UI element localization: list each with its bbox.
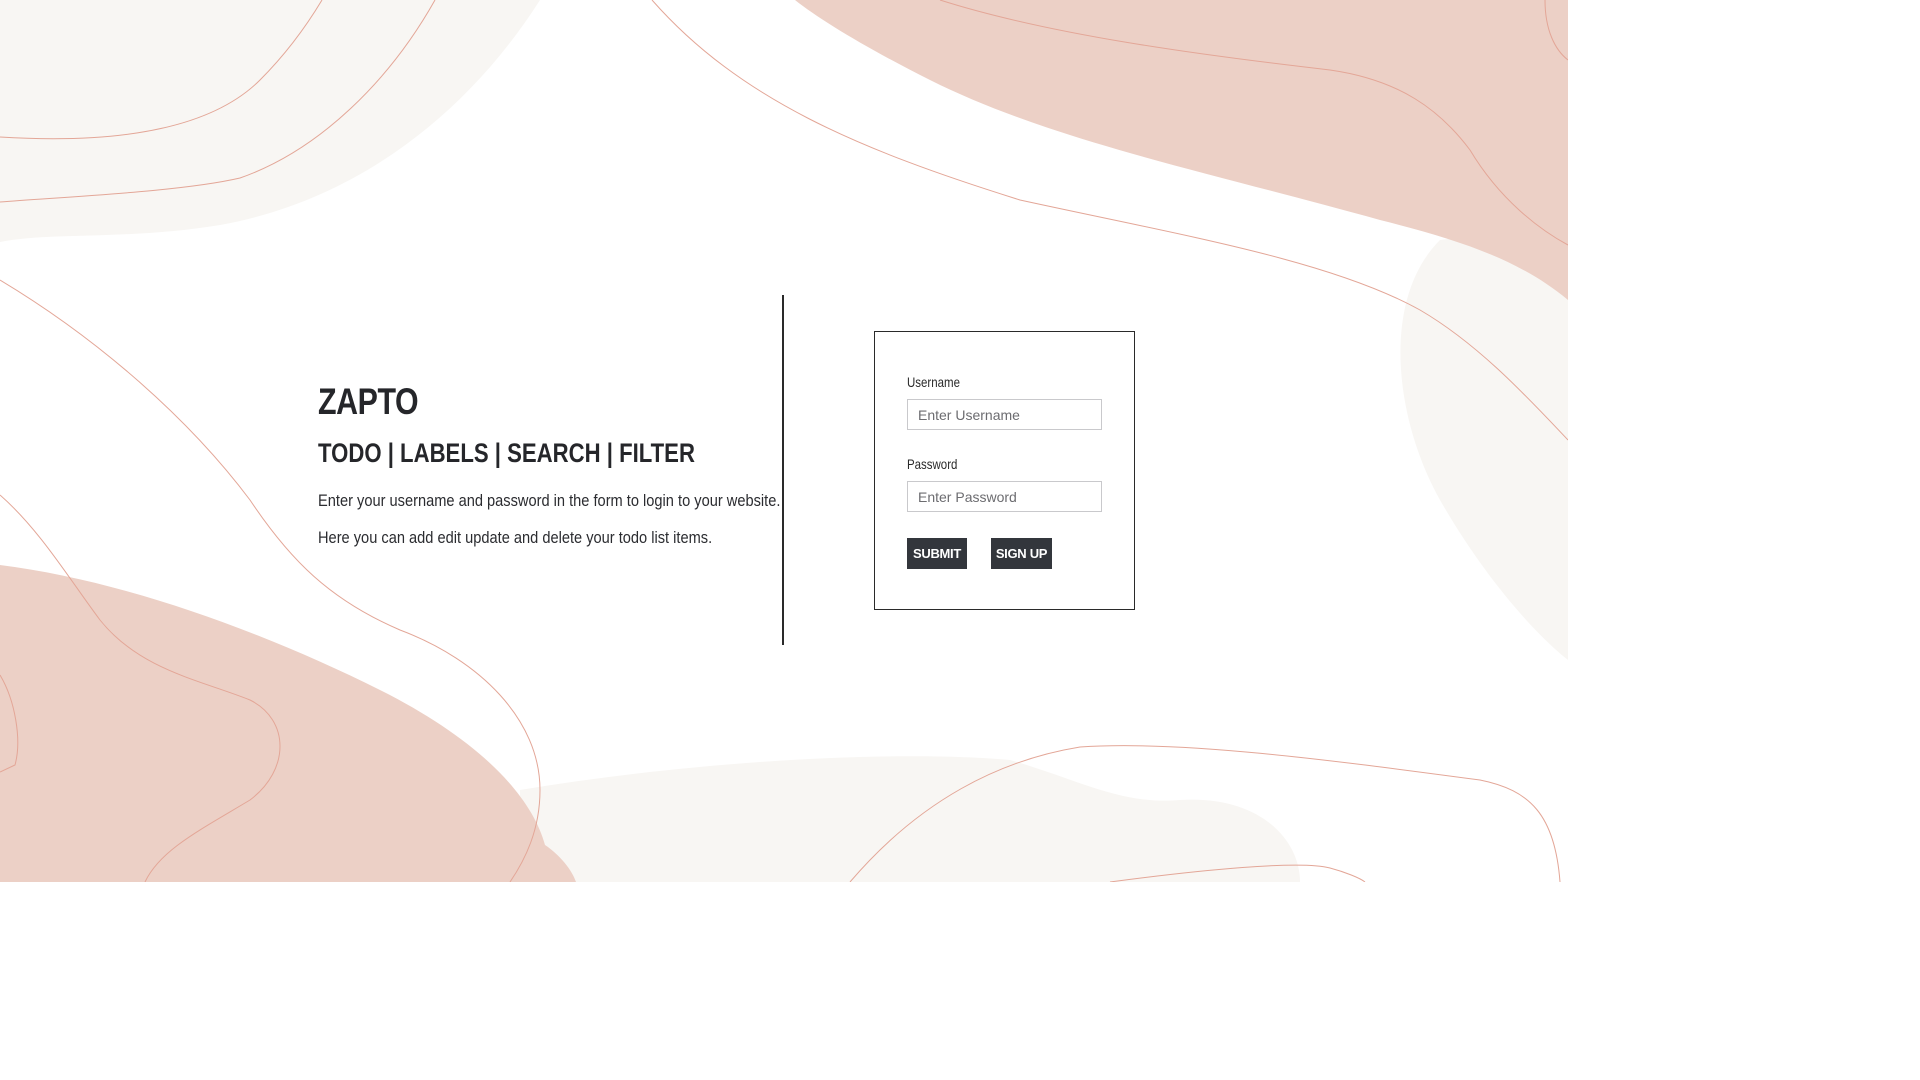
cream-blob-top-left <box>0 0 540 242</box>
intro-text: Enter your username and password in the … <box>318 482 781 556</box>
username-input[interactable] <box>907 399 1102 430</box>
decorative-background <box>0 0 1568 882</box>
app-title: ZAPTO <box>318 381 419 422</box>
submit-button[interactable]: SUBMIT <box>907 538 967 569</box>
app-tagline: TODO | LABELS | SEARCH | FILTER <box>318 438 695 468</box>
rose-blob-bottom-left <box>0 565 576 882</box>
password-label: Password <box>907 456 958 472</box>
intro-panel: ZAPTO TODO | LABELS | SEARCH | FILTER En… <box>318 380 781 556</box>
intro-line-1: Enter your username and password in the … <box>318 491 781 510</box>
cream-blob-right <box>1400 225 1568 660</box>
intro-line-2: Here you can add edit update and delete … <box>318 528 713 547</box>
username-label: Username <box>907 374 960 390</box>
password-input[interactable] <box>907 481 1102 512</box>
login-form: Username Password SUBMIT SIGN UP <box>874 331 1135 610</box>
sign-up-button[interactable]: SIGN UP <box>991 538 1052 569</box>
vertical-divider <box>782 295 784 645</box>
cream-blob-bottom <box>520 756 1300 882</box>
login-page: ZAPTO TODO | LABELS | SEARCH | FILTER En… <box>0 0 1568 882</box>
